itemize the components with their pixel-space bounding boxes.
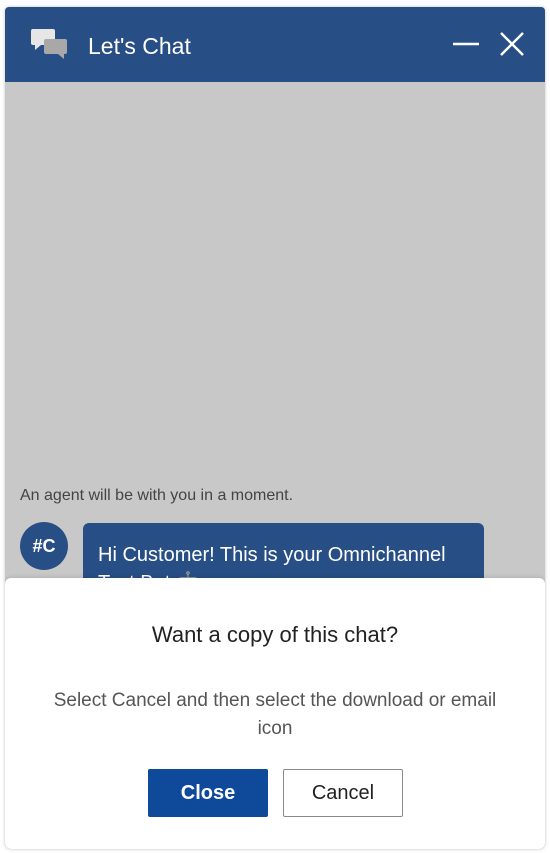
- dialog-body: Select Cancel and then select the downlo…: [53, 690, 497, 739]
- chat-title: Let's Chat: [88, 33, 191, 59]
- save-transcript-dialog: Want a copy of this chat? Select Cancel …: [5, 578, 545, 849]
- chat-header: Let's Chat: [5, 7, 545, 82]
- dialog-title: Want a copy of this chat?: [151, 622, 399, 647]
- system-message: An agent will be with you in a moment.: [20, 487, 294, 504]
- bot-avatar: #C: [20, 522, 68, 570]
- close-button[interactable]: Close: [148, 769, 268, 817]
- chat-bubbles-icon: [31, 29, 67, 59]
- close-icon[interactable]: [497, 29, 527, 59]
- chat-widget: Let's Chat An agent will be with you in …: [5, 7, 545, 849]
- cancel-button[interactable]: Cancel: [283, 769, 403, 817]
- minimize-icon[interactable]: [451, 29, 481, 59]
